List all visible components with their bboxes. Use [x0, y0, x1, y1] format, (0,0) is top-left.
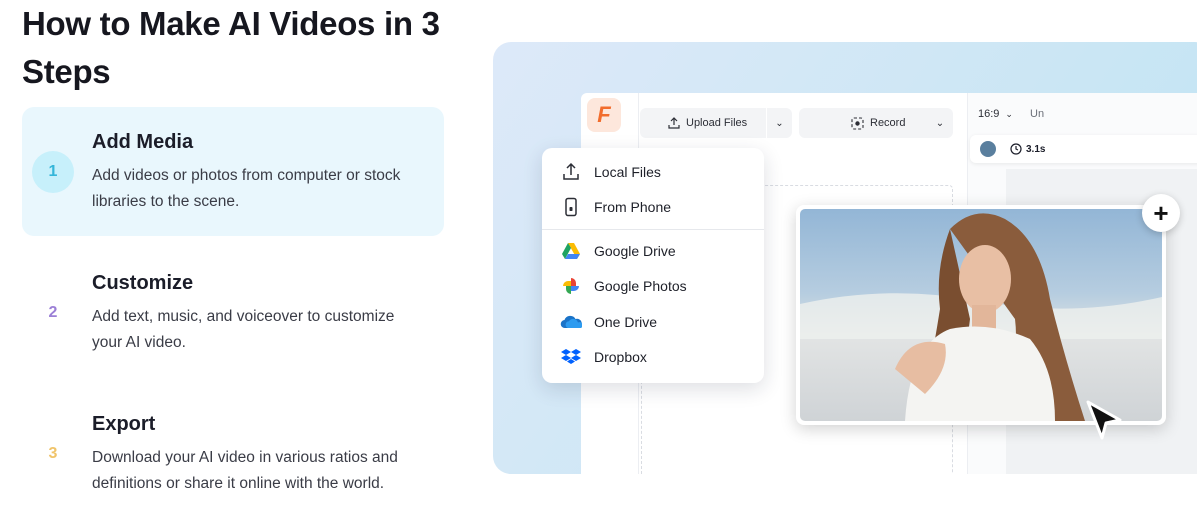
menu-item-from-phone[interactable]: From Phone	[560, 195, 671, 219]
clip-duration: 3.1s	[1026, 143, 1046, 155]
app-logo: F	[587, 98, 621, 132]
step-description: Add videos or photos from computer or st…	[92, 167, 401, 210]
step-export[interactable]: 3 Export Download your AI video in vario…	[22, 389, 444, 518]
menu-item-label: Dropbox	[594, 349, 647, 365]
aspect-ratio-value: 16:9	[978, 108, 1000, 120]
upload-icon	[668, 117, 680, 129]
step-number: 3	[48, 445, 58, 462]
plus-icon: +	[1153, 198, 1169, 228]
menu-item-label: One Drive	[594, 314, 658, 330]
step-customize[interactable]: 2 Customize Add text, music, and voiceov…	[22, 248, 444, 377]
google-drive-icon	[560, 240, 582, 262]
menu-item-dropbox[interactable]: Dropbox	[560, 345, 647, 369]
media-preview-card[interactable]	[796, 205, 1166, 425]
logo-letter: F	[597, 102, 611, 127]
page-title: How to Make AI Videos in 3 Steps	[22, 5, 440, 90]
clock-icon	[1010, 143, 1022, 155]
chevron-down-icon[interactable]: ⌄	[927, 118, 953, 129]
menu-item-label: From Phone	[594, 199, 672, 215]
menu-item-one-drive[interactable]: One Drive	[560, 310, 657, 334]
menu-item-google-photos[interactable]: Google Photos	[560, 274, 687, 298]
onedrive-icon	[560, 311, 582, 333]
menu-divider	[542, 229, 764, 230]
upload-files-button[interactable]: Upload Files ⌄	[640, 108, 792, 138]
add-media-button[interactable]: +	[1142, 194, 1180, 232]
preview-photo	[800, 209, 1162, 421]
dropbox-icon	[560, 346, 582, 368]
aspect-ratio-select[interactable]: 16:9 ⌄	[978, 108, 1013, 120]
step-title: Export	[92, 413, 156, 435]
record-label: Record	[870, 117, 906, 129]
chevron-down-icon: ⌄	[1005, 108, 1013, 119]
record-button[interactable]: Record ⌄	[799, 108, 953, 138]
menu-item-label: Google Drive	[594, 243, 676, 259]
record-icon	[851, 116, 864, 130]
upload-files-label: Upload Files	[686, 117, 748, 129]
step-add-media[interactable]: 1 Add Media Add videos or photos from co…	[22, 107, 444, 236]
step-description: Add text, music, and voiceover to custom…	[92, 308, 395, 351]
menu-item-local-files[interactable]: Local Files	[560, 160, 661, 184]
step-description: Download your AI video in various ratios…	[92, 449, 398, 492]
step-number: 2	[48, 304, 58, 321]
chevron-down-icon[interactable]: ⌄	[767, 118, 792, 129]
upload-dropdown-menu: Local Files From Phone Google Drive Goog…	[542, 148, 764, 383]
step-number: 1	[32, 151, 74, 193]
google-photos-icon	[560, 275, 582, 297]
menu-item-label: Local Files	[594, 164, 661, 180]
menu-item-google-drive[interactable]: Google Drive	[560, 239, 676, 263]
upload-icon	[560, 161, 582, 183]
phone-icon	[560, 196, 582, 218]
clip-color-dot	[980, 141, 996, 157]
clip-timebar[interactable]: 3.1s	[970, 135, 1197, 163]
mouse-cursor-icon	[1086, 400, 1122, 440]
step-title: Customize	[92, 272, 194, 294]
menu-item-label: Google Photos	[594, 278, 687, 294]
ratio-extra-label: Un	[1030, 108, 1045, 120]
step-title: Add Media	[92, 131, 194, 153]
